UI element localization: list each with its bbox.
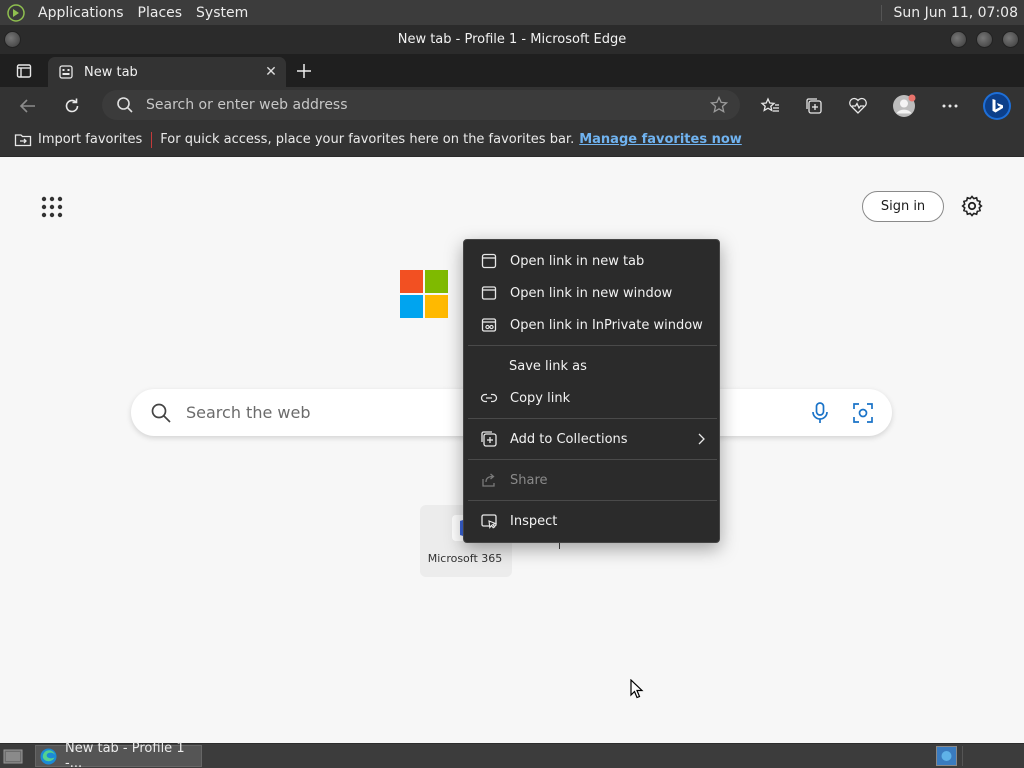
collections-icon [480, 430, 498, 448]
search-icon [116, 96, 134, 114]
address-bar[interactable]: Search or enter web address [102, 90, 740, 120]
microphone-icon[interactable] [809, 401, 831, 425]
menu-item-label: Open link in InPrivate window [510, 317, 703, 333]
web-search-placeholder: Search the web [186, 403, 311, 422]
workspace-switcher[interactable] [936, 746, 957, 766]
window-title: New tab - Profile 1 - Microsoft Edge [397, 32, 627, 47]
system-menu[interactable]: System [189, 5, 255, 21]
minimize-button[interactable] [950, 31, 967, 48]
menu-open-new-window[interactable]: Open link in new window [468, 278, 716, 308]
manage-favorites-link[interactable]: Manage favorites now [579, 132, 742, 147]
maximize-button[interactable] [976, 31, 993, 48]
places-menu[interactable]: Places [131, 5, 190, 21]
inspect-icon [480, 512, 498, 530]
favorites-bar-message: For quick access, place your favorites h… [160, 132, 575, 147]
window-menu-icon[interactable] [4, 31, 21, 48]
microsoft-logo [400, 270, 448, 318]
share-icon [480, 471, 498, 489]
chevron-right-icon [696, 432, 706, 446]
menu-item-label: Share [510, 472, 548, 488]
taskbar-window-label: New tab - Profile 1 -... [65, 741, 185, 768]
menu-item-label: Open link in new window [510, 285, 673, 301]
menu-open-inprivate[interactable]: Open link in InPrivate window [468, 310, 716, 340]
search-icon [150, 402, 172, 424]
import-folder-icon [14, 131, 32, 149]
tab-new-tab[interactable]: New tab ✕ [48, 57, 286, 87]
tab-actions-icon[interactable] [9, 60, 39, 82]
sign-in-button[interactable]: Sign in [862, 191, 944, 222]
menu-share: Share [468, 465, 716, 495]
address-placeholder: Search or enter web address [146, 97, 348, 113]
menu-item-label: Inspect [510, 513, 558, 529]
link-icon [480, 389, 498, 407]
import-favorites-button[interactable]: Import favorites [38, 132, 142, 147]
collections-icon[interactable] [801, 93, 827, 119]
browser-essentials-icon[interactable] [845, 93, 871, 119]
visual-search-icon[interactable] [851, 401, 875, 425]
edge-icon [40, 748, 57, 765]
new-window-icon [480, 284, 498, 302]
page-icon [58, 64, 74, 80]
close-window-button[interactable] [1002, 31, 1019, 48]
menu-item-label: Add to Collections [510, 431, 628, 447]
favorites-icon[interactable] [757, 93, 783, 119]
taskbar-window-button[interactable]: New tab - Profile 1 -... [35, 741, 202, 768]
tab-strip: New tab ✕ [0, 54, 1024, 87]
menu-save-link-as[interactable]: Save link as [468, 351, 716, 381]
workspace-divider [962, 746, 963, 766]
menu-add-to-collections[interactable]: Add to Collections [468, 424, 716, 454]
menu-divider [468, 418, 717, 419]
menu-copy-link[interactable]: Copy link [468, 383, 716, 413]
menu-divider [468, 500, 717, 501]
new-tab-icon [480, 252, 498, 270]
menu-divider [468, 459, 717, 460]
browser-toolbar: Search or enter web address [0, 87, 1024, 123]
clock[interactable]: Sun Jun 11, 07:08 [880, 4, 1024, 21]
menu-divider [468, 345, 717, 346]
refresh-icon[interactable] [59, 93, 85, 119]
menu-inspect[interactable]: Inspect [468, 506, 716, 536]
new-tab-button[interactable] [292, 60, 316, 82]
quick-link-label: Microsoft 365 [427, 552, 503, 565]
profile-avatar[interactable] [891, 93, 917, 119]
menu-item-label: Save link as [509, 358, 587, 374]
menu-item-label: Copy link [510, 390, 571, 406]
sign-in-label: Sign in [880, 199, 926, 214]
window-titlebar[interactable]: New tab - Profile 1 - Microsoft Edge [0, 25, 1024, 54]
tab-label: New tab [84, 64, 138, 80]
link-context-menu: Open link in new tab Open link in new wi… [463, 239, 720, 543]
distro-logo-icon[interactable] [5, 2, 27, 24]
bottom-taskbar: New tab - Profile 1 -... [0, 741, 1024, 768]
mouse-pointer-icon [630, 678, 644, 703]
applications-menu[interactable]: Applications [31, 5, 131, 21]
show-desktop-icon[interactable] [3, 747, 23, 765]
menu-item-label: Open link in new tab [510, 253, 645, 269]
gear-icon[interactable] [960, 194, 984, 218]
star-add-icon[interactable] [710, 96, 728, 114]
more-icon[interactable] [937, 93, 963, 119]
close-tab-icon[interactable]: ✕ [260, 61, 282, 83]
inprivate-window-icon [480, 316, 498, 334]
favorites-bar: Import favorites For quick access, place… [0, 123, 1024, 157]
favorites-separator [151, 131, 153, 148]
back-icon[interactable] [15, 93, 41, 119]
system-top-panel: Applications Places System Sun Jun 11, 0… [0, 0, 1024, 25]
copilot-icon[interactable] [981, 90, 1013, 122]
app-launcher-icon[interactable] [40, 195, 64, 219]
menu-open-new-tab[interactable]: Open link in new tab [468, 246, 716, 276]
